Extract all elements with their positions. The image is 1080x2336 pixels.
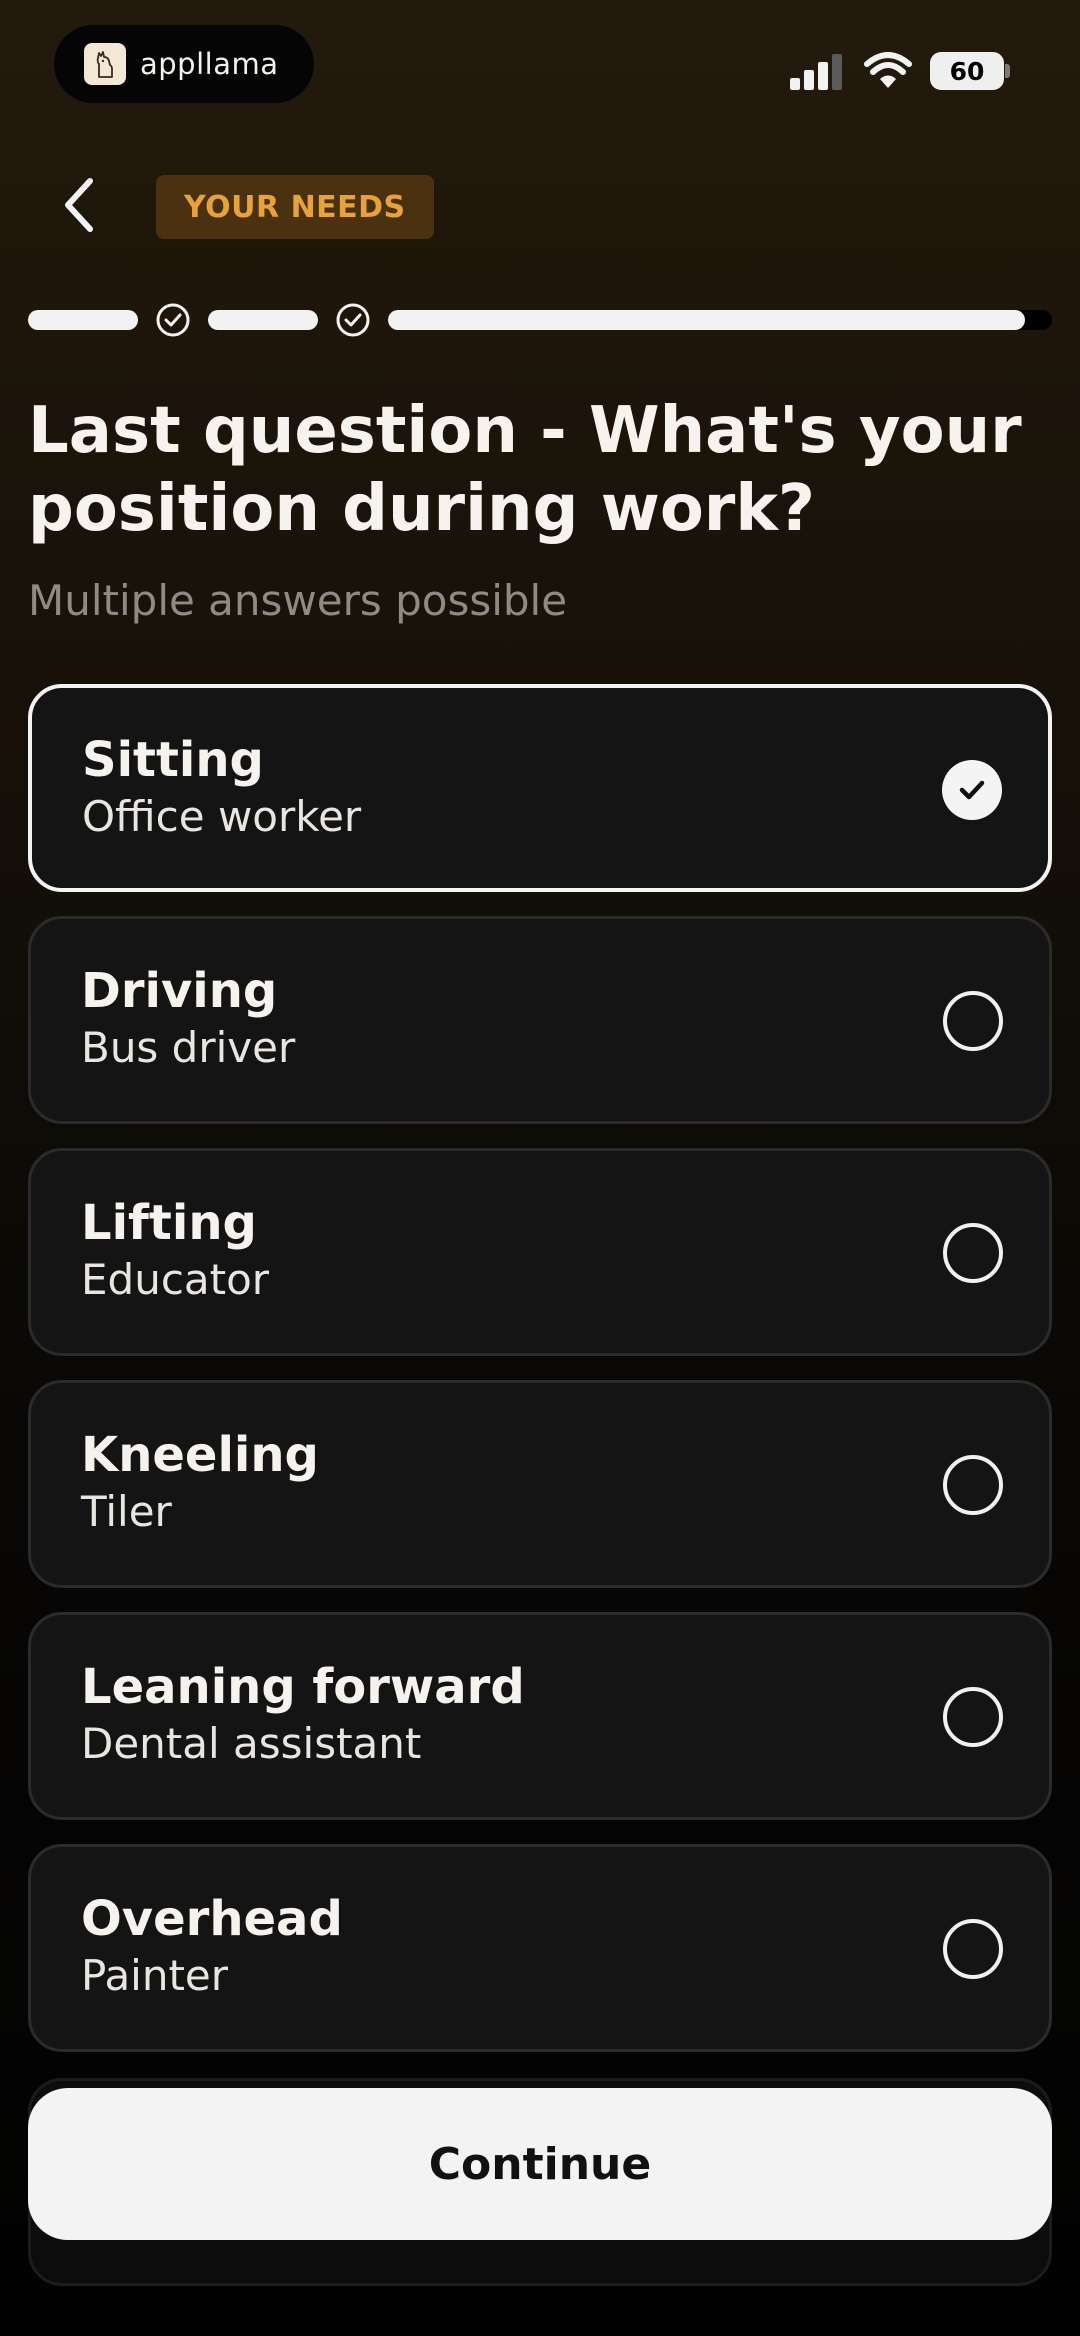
progress-step-2 bbox=[208, 310, 318, 330]
step-check-icon bbox=[156, 303, 190, 337]
option-subtitle: Dental assistant bbox=[81, 1719, 422, 1768]
option-title: Driving bbox=[81, 963, 278, 1019]
app-indicator-pill[interactable]: appllama bbox=[54, 25, 314, 103]
option-title: Overhead bbox=[81, 1891, 343, 1947]
battery-indicator: 60 bbox=[930, 52, 1004, 90]
radio-circle-icon[interactable] bbox=[943, 991, 1003, 1051]
radio-circle-icon[interactable] bbox=[943, 1919, 1003, 1979]
option-overhead[interactable]: Overhead Painter bbox=[28, 1844, 1052, 2052]
quiz-screen: appllama 60 YOUR NEEDS Last question - W bbox=[0, 0, 1080, 2336]
option-sitting[interactable]: Sitting Office worker bbox=[28, 684, 1052, 892]
battery-cap bbox=[1005, 64, 1010, 78]
progress-step-3-fill bbox=[388, 310, 1025, 330]
back-button[interactable] bbox=[40, 165, 120, 245]
option-subtitle: Bus driver bbox=[81, 1023, 296, 1072]
option-subtitle: Educator bbox=[81, 1255, 270, 1304]
chevron-left-icon bbox=[65, 178, 93, 232]
option-subtitle: Office worker bbox=[82, 792, 362, 841]
option-subtitle: Painter bbox=[81, 1951, 229, 2000]
radio-circle-icon[interactable] bbox=[943, 1687, 1003, 1747]
llama-logo-icon bbox=[84, 43, 126, 85]
check-circle-icon[interactable] bbox=[942, 760, 1002, 820]
option-title: Leaning forward bbox=[81, 1659, 525, 1715]
option-kneeling[interactable]: Kneeling Tiler bbox=[28, 1380, 1052, 1588]
option-title: Lifting bbox=[81, 1195, 257, 1251]
battery-level: 60 bbox=[949, 56, 985, 86]
continue-button[interactable]: Continue bbox=[28, 2088, 1052, 2240]
option-driving[interactable]: Driving Bus driver bbox=[28, 916, 1052, 1124]
step-check-icon bbox=[336, 303, 370, 337]
option-leaning-forward[interactable]: Leaning forward Dental assistant bbox=[28, 1612, 1052, 1820]
section-badge: YOUR NEEDS bbox=[156, 175, 434, 239]
radio-circle-icon[interactable] bbox=[943, 1223, 1003, 1283]
wifi-icon bbox=[864, 52, 912, 88]
section-badge-label: YOUR NEEDS bbox=[184, 189, 406, 225]
question-title: Last question - What's your position dur… bbox=[28, 394, 1022, 546]
option-title: Sitting bbox=[82, 732, 264, 788]
option-title: Kneeling bbox=[81, 1427, 319, 1483]
question-subtitle: Multiple answers possible bbox=[28, 576, 568, 625]
progress-step-1 bbox=[28, 310, 138, 330]
option-subtitle: Tiler bbox=[81, 1487, 172, 1536]
option-lifting[interactable]: Lifting Educator bbox=[28, 1148, 1052, 1356]
app-name: appllama bbox=[140, 47, 279, 81]
signal-icon bbox=[790, 54, 842, 90]
radio-circle-icon[interactable] bbox=[943, 1455, 1003, 1515]
